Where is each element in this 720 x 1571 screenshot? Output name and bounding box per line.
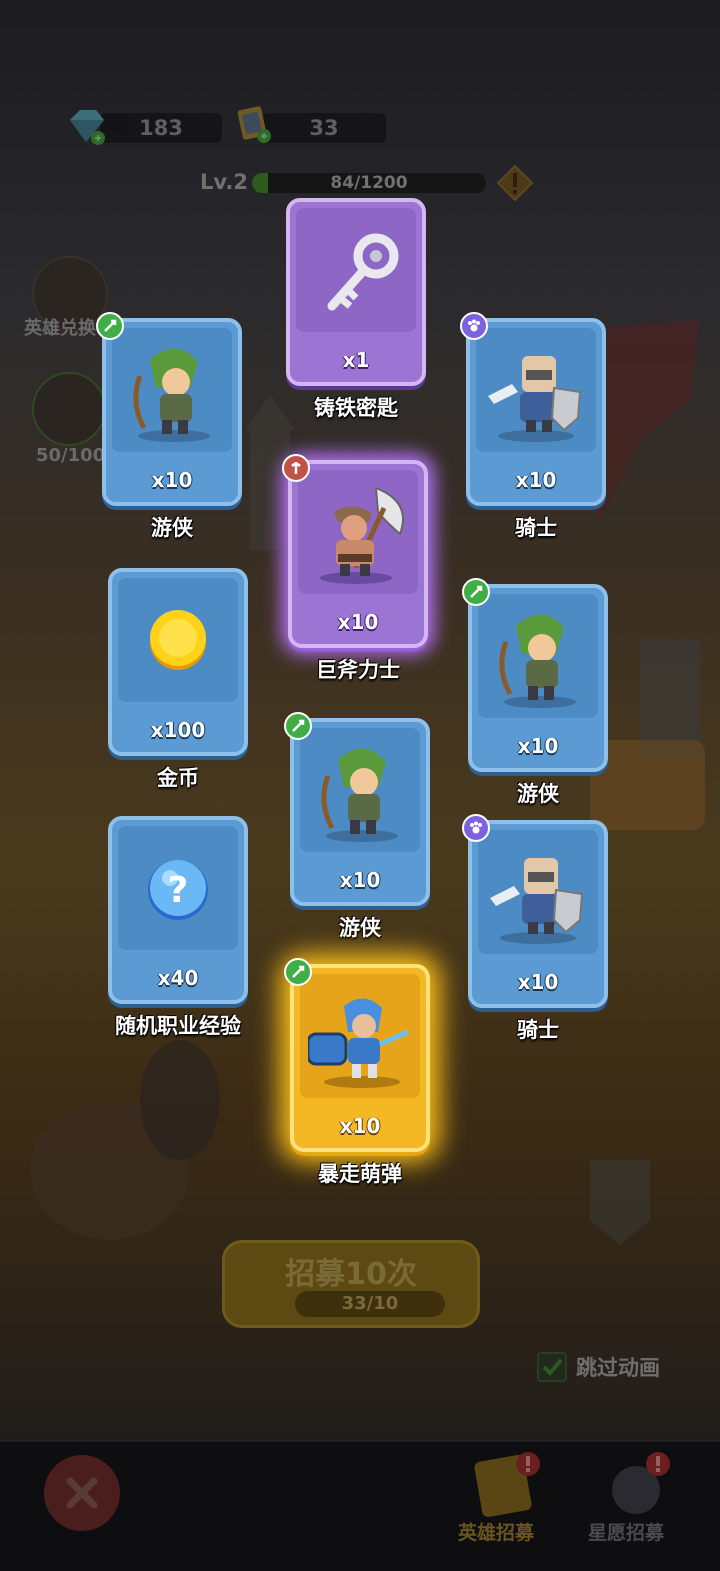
- card-name: 游侠: [151, 516, 193, 540]
- knight-hero-icon: [488, 356, 582, 442]
- random-exp-icon: ?: [148, 860, 208, 920]
- card-name: 随机职业经验: [115, 1014, 241, 1038]
- class-badge-ranger-icon: [284, 712, 312, 740]
- ticket-count: 33: [309, 116, 339, 140]
- class-badge-ranger-icon: [284, 958, 312, 986]
- card-quantity: x100: [150, 718, 206, 742]
- hero-exchange-label: 英雄兑换: [24, 318, 96, 339]
- reward-card-ranger[interactable]: x10 游侠: [284, 712, 430, 940]
- class-badge-ranger-icon: [462, 578, 490, 606]
- recruit-title: 招募10次: [285, 1257, 417, 1292]
- xp-bar: 84/1200: [252, 173, 486, 193]
- class-badge-ranger-icon: [96, 312, 124, 340]
- skip-animation-checkbox[interactable]: [537, 1352, 567, 1382]
- card-quantity: x10: [339, 868, 381, 892]
- card-quantity: x10: [517, 734, 559, 758]
- recruit-10-button[interactable]: 招募10次 33/10: [222, 1240, 480, 1328]
- ranger-hero-icon: [321, 748, 398, 842]
- xp-text: 84/1200: [330, 173, 408, 193]
- class-badge-warrior-icon: [282, 454, 310, 482]
- gem-counter[interactable]: 183: [100, 113, 222, 143]
- reward-card-ranger[interactable]: x10 游侠: [96, 312, 242, 540]
- tab-wish-recruit[interactable]: 星愿招募: [588, 1518, 664, 1545]
- skip-animation-label[interactable]: 跳过动画: [576, 1352, 660, 1382]
- player-level: Lv.2: [200, 170, 248, 194]
- gold-coin-icon: [150, 610, 206, 670]
- recruit-cost: 33/10: [295, 1291, 445, 1317]
- ranger-hero-icon: [499, 614, 576, 708]
- card-quantity: x10: [337, 610, 379, 634]
- star-progress-icon[interactable]: [32, 372, 106, 446]
- class-badge-knight-icon: [460, 312, 488, 340]
- card-quantity: x1: [342, 348, 370, 372]
- key-icon: [327, 233, 399, 311]
- card-name: 骑士: [517, 1018, 559, 1042]
- star-progress-label: 50/100: [36, 445, 106, 466]
- card-quantity: x10: [339, 1114, 381, 1138]
- card-name: 金币: [157, 766, 199, 790]
- reward-card-cannon[interactable]: x10 暴走萌弹: [284, 958, 430, 1186]
- check-icon: [542, 1358, 563, 1376]
- ticket-icon: [237, 106, 271, 143]
- card-quantity: x10: [517, 970, 559, 994]
- gem-count: 183: [139, 116, 183, 140]
- gem-icon: [70, 110, 105, 145]
- reward-card-gold[interactable]: x100 金币: [108, 568, 248, 790]
- ticket-counter[interactable]: 33: [262, 113, 386, 143]
- reward-card-random-exp[interactable]: ? x40 随机职业经验: [108, 816, 248, 1038]
- card-name: 游侠: [339, 916, 381, 940]
- reward-card-ranger[interactable]: x10 游侠: [462, 578, 608, 806]
- reward-card-knight[interactable]: x10 骑士: [462, 814, 608, 1042]
- svg-text:?: ?: [168, 870, 189, 911]
- axe-warrior-hero-icon: [320, 486, 404, 584]
- hero-recruit-tab-icon[interactable]: [466, 1450, 546, 1520]
- cannon-hero-icon: [308, 998, 409, 1088]
- card-quantity: x40: [157, 966, 199, 990]
- ranger-hero-icon: [133, 348, 210, 442]
- class-badge-knight-icon: [462, 814, 490, 842]
- wish-recruit-tab-icon[interactable]: [600, 1450, 680, 1520]
- warning-icon[interactable]: [496, 164, 534, 202]
- card-name: 巨斧力士: [316, 658, 400, 682]
- close-button[interactable]: [44, 1455, 120, 1531]
- reward-card-axe-warrior[interactable]: x10 巨斧力士: [282, 454, 428, 682]
- card-quantity: x10: [151, 468, 193, 492]
- reward-card-key[interactable]: x1 铸铁密匙: [286, 198, 426, 420]
- card-name: 骑士: [515, 516, 557, 540]
- card-name: 铸铁密匙: [314, 396, 398, 420]
- knight-hero-icon: [490, 858, 584, 944]
- card-name: 游侠: [517, 782, 559, 806]
- card-name: 暴走萌弹: [318, 1162, 402, 1186]
- close-icon: [66, 1477, 98, 1509]
- reward-card-knight[interactable]: x10 骑士: [460, 312, 606, 540]
- card-quantity: x10: [515, 468, 557, 492]
- tab-hero-recruit[interactable]: 英雄招募: [458, 1518, 534, 1545]
